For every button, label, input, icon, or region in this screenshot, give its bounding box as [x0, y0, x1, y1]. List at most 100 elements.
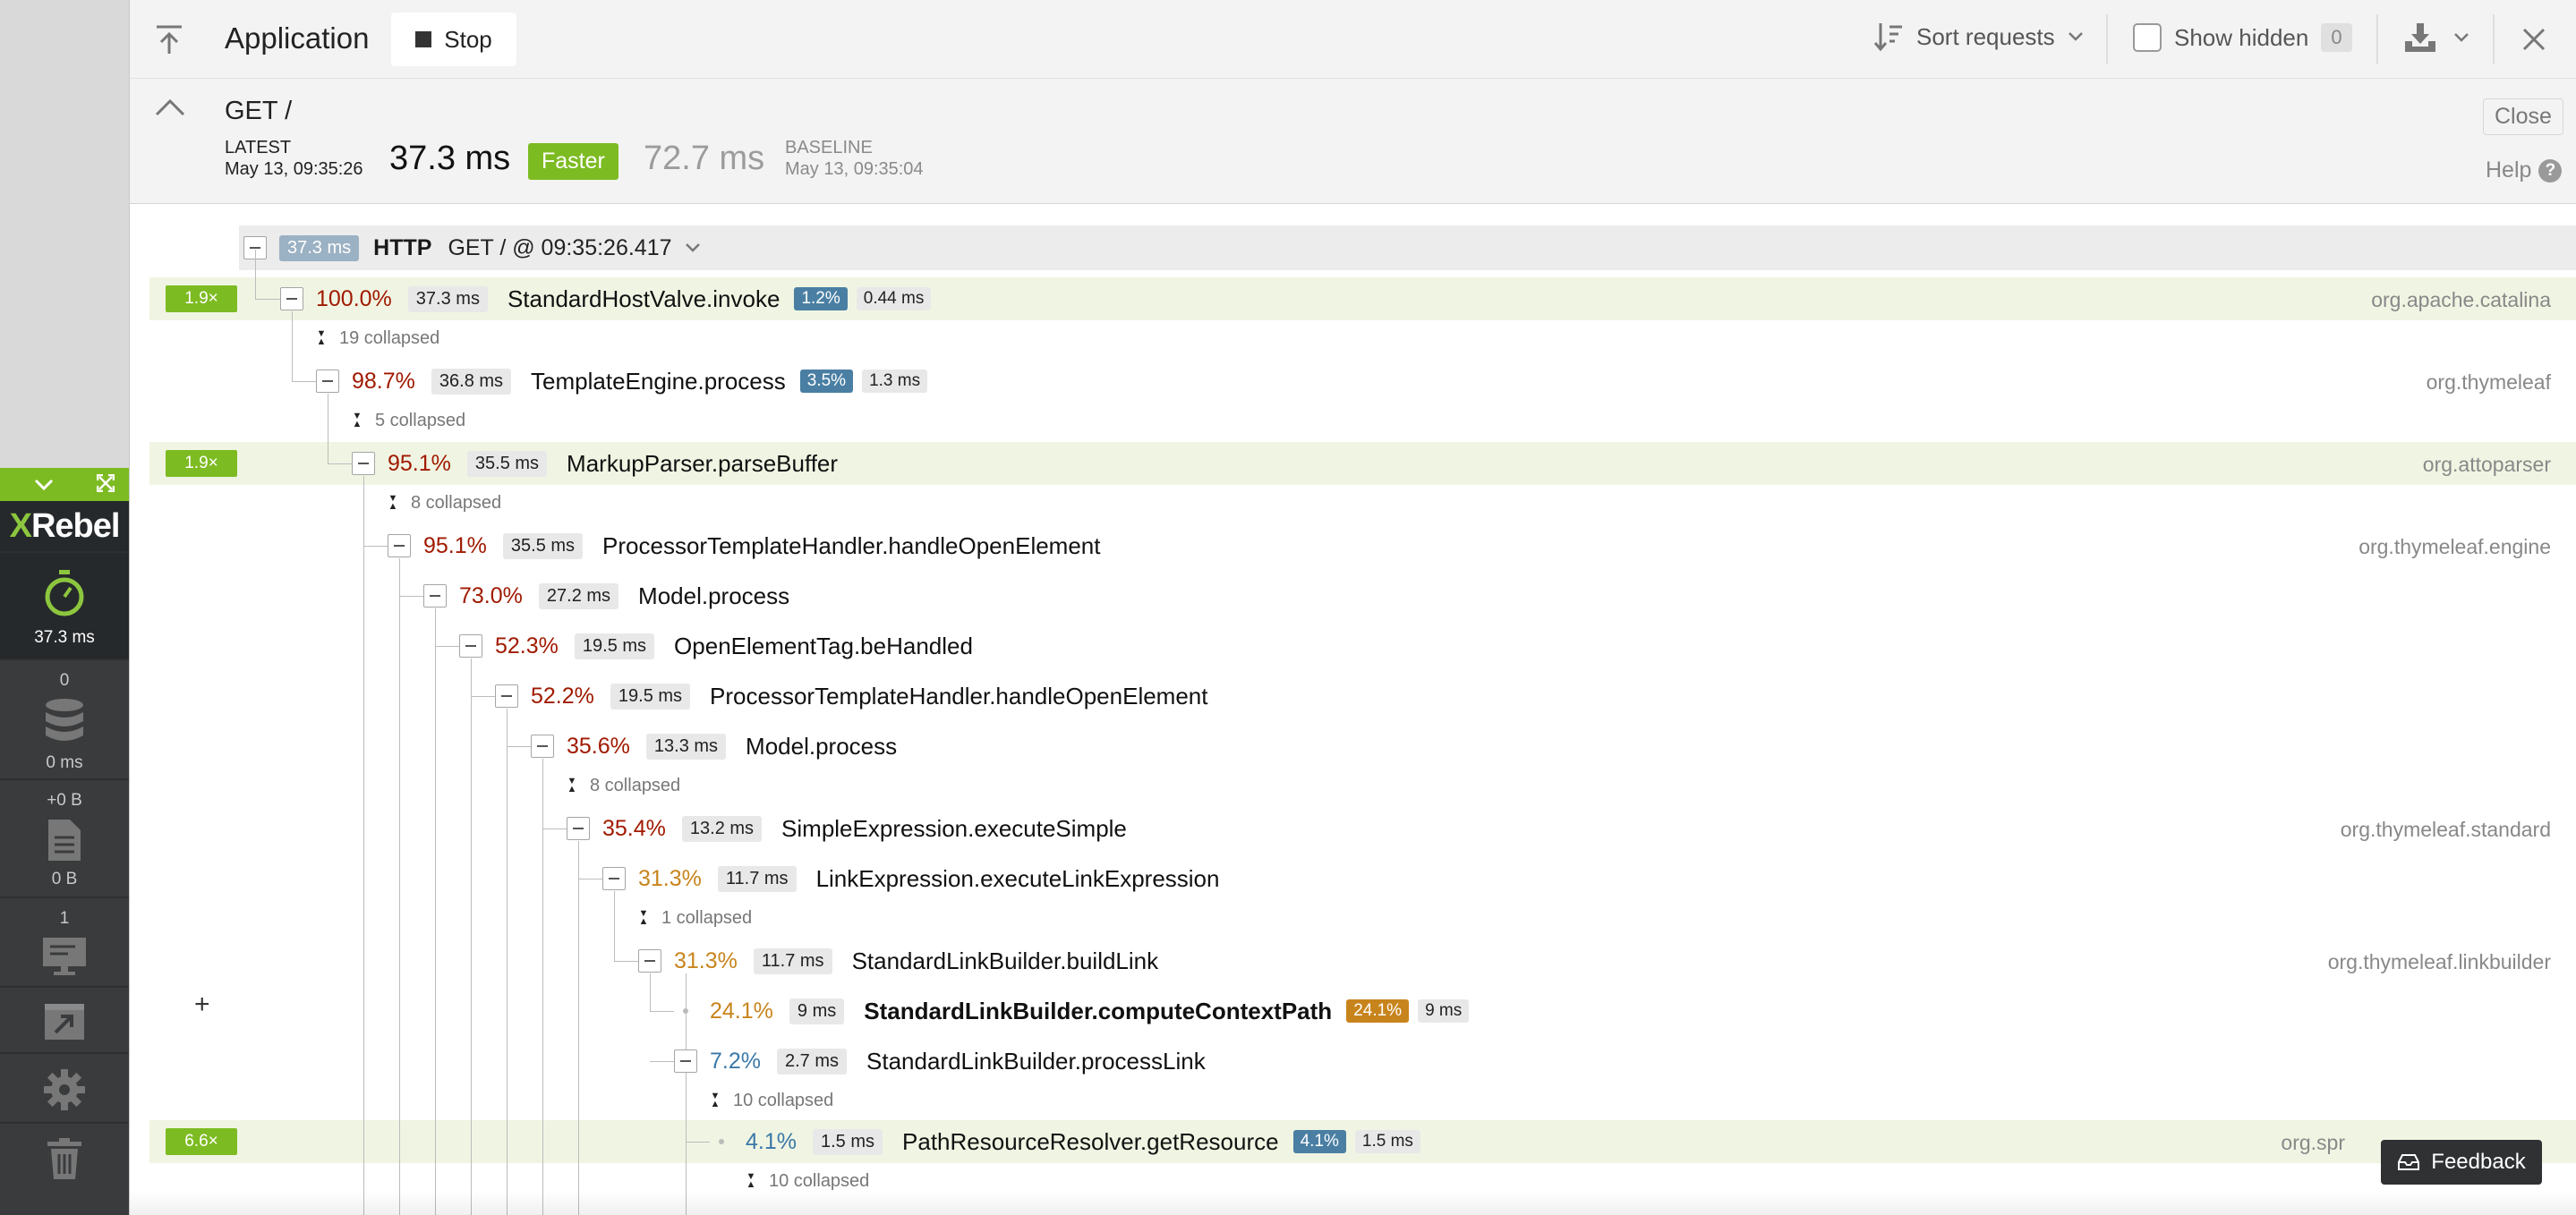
tree-elbow-line	[507, 746, 531, 747]
tree-node[interactable]: 7.2% 2.7 ms StandardLinkBuilder.processL…	[674, 1040, 1206, 1083]
tree-node[interactable]: 52.3% 19.5 ms OpenElementTag.beHandled	[459, 624, 973, 667]
node-percent: 95.1%	[423, 532, 487, 558]
collapsed-frames[interactable]: ▼ ▲ 10 collapsed	[708, 1081, 834, 1120]
xrebel-logo[interactable]: X Rebel	[0, 501, 129, 551]
collapse-toggle[interactable]	[352, 452, 375, 475]
multiplier-badge: 1.9×	[166, 285, 237, 312]
collapse-toggle[interactable]	[638, 949, 661, 973]
tree-elbow-line	[650, 1011, 674, 1012]
help-button[interactable]: Help ?	[2486, 157, 2563, 183]
leaf-dot-icon	[710, 1139, 733, 1144]
baseline-date: May 13, 09:35:04	[785, 159, 924, 179]
close-icon[interactable]	[2521, 27, 2546, 56]
node-method: StandardLinkBuilder.buildLink	[851, 947, 1159, 974]
collapse-toggle[interactable]	[388, 534, 411, 557]
collapse-toggle[interactable]	[567, 817, 590, 840]
expand-arrows-icon: ▼ ▲	[746, 1171, 756, 1190]
stop-button[interactable]: Stop	[391, 13, 516, 66]
show-hidden-toggle[interactable]: Show hidden 0	[2133, 23, 2352, 52]
collapsed-frames[interactable]: ▼ ▲ 8 collapsed	[565, 766, 681, 805]
sidebar-settings[interactable]	[0, 1052, 129, 1122]
gear-icon	[44, 1069, 85, 1110]
download-menu[interactable]	[2403, 21, 2469, 54]
expand-plus-button[interactable]: +	[194, 990, 210, 1020]
sidebar-control-bar	[0, 468, 129, 501]
node-duration: 19.5 ms	[574, 633, 655, 659]
tree-node-leaf[interactable]: 4.1% 1.5 ms PathResourceResolver.getReso…	[710, 1120, 1420, 1163]
sidebar-export[interactable]	[0, 986, 129, 1052]
sidebar-expand-icon[interactable]	[96, 473, 115, 496]
node-percent: 95.1%	[388, 450, 451, 476]
tree-node[interactable]: 31.3% 11.7 ms LinkExpression.executeLink…	[602, 857, 1219, 900]
node-package: org.attoparser	[2422, 453, 2551, 476]
sidebar-collapse-icon[interactable]	[34, 475, 54, 495]
tree-node[interactable]: 98.7% 36.8 ms TemplateEngine.process 3.5…	[316, 360, 928, 403]
chevron-up-icon[interactable]	[155, 98, 185, 121]
node-percent: 7.2%	[710, 1048, 761, 1074]
chevron-down-icon[interactable]	[685, 242, 701, 253]
collapse-toggle[interactable]	[423, 584, 447, 608]
node-duration: 13.2 ms	[681, 815, 763, 842]
collapse-toggle[interactable]	[531, 735, 554, 758]
collapsed-frames[interactable]: ▼ ▲ 5 collapsed	[350, 401, 466, 440]
tree-elbow-line	[255, 299, 280, 300]
tree-node[interactable]: 31.3% 11.7 ms StandardLinkBuilder.buildL…	[638, 939, 1158, 982]
node-percent: 31.3%	[674, 947, 738, 973]
inbox-icon	[2398, 1154, 2420, 1170]
tree-elbow-line	[542, 828, 567, 829]
node-percent: 31.3%	[638, 865, 702, 891]
tree-node[interactable]: 35.6% 13.3 ms Model.process	[531, 725, 897, 768]
tree-node[interactable]: 95.1% 35.5 ms MarkupParser.parseBuffer	[352, 442, 838, 485]
sidebar-timer[interactable]: 37.3 ms	[0, 551, 129, 658]
node-duration: 1.5 ms	[812, 1128, 883, 1155]
sidebar-io[interactable]: +0 B 0 B	[0, 778, 129, 896]
collapsed-frames[interactable]: ▼ ▲ 8 collapsed	[386, 483, 502, 523]
node-percent: 35.4%	[602, 815, 666, 841]
sidebar-sessions[interactable]: 1	[0, 896, 129, 986]
tree-node[interactable]: 100.0% 37.3 ms StandardHostValve.invoke …	[280, 277, 932, 320]
sidebar-clear[interactable]	[0, 1122, 129, 1194]
node-method: Model.process	[638, 582, 790, 609]
collapse-toggle[interactable]	[674, 1049, 697, 1073]
tree-guide-line	[292, 311, 293, 381]
database-icon	[46, 699, 83, 741]
collapse-toggle[interactable]	[280, 287, 303, 310]
expand-arrows-icon: ▼ ▲	[352, 411, 363, 429]
export-icon	[45, 1004, 84, 1040]
node-duration: 35.5 ms	[466, 450, 548, 477]
feedback-button[interactable]: Feedback	[2381, 1140, 2542, 1185]
sort-icon	[1873, 23, 1902, 52]
tree-elbow-line	[363, 546, 388, 547]
upload-top-icon[interactable]	[153, 23, 185, 60]
tree-elbow-line	[292, 381, 316, 382]
node-percent: 35.6%	[567, 733, 630, 759]
node-percent: 98.7%	[352, 368, 415, 394]
tree-node[interactable]: 35.4% 13.2 ms SimpleExpression.executeSi…	[567, 807, 1127, 850]
node-percent: 24.1%	[710, 998, 773, 1024]
sort-requests-button[interactable]: Sort requests	[1873, 21, 2084, 52]
node-duration: 9 ms	[789, 998, 845, 1024]
self-duration-badge: 9 ms	[1418, 999, 1470, 1023]
tree-node-leaf[interactable]: 24.1% 9 ms StandardLinkBuilder.computeCo…	[674, 990, 1470, 1032]
collapse-toggle[interactable]	[459, 634, 482, 658]
io-count: +0 B	[47, 791, 82, 810]
close-button[interactable]: Close	[2483, 98, 2563, 135]
self-duration-badge: 1.3 ms	[862, 370, 928, 393]
tree-node[interactable]: 73.0% 27.2 ms Model.process	[423, 574, 789, 617]
http-node[interactable]: 37.3 ms HTTP GET / @ 09:35:26.417	[243, 226, 701, 269]
tree-node[interactable]: 52.2% 19.5 ms ProcessorTemplateHandler.h…	[495, 675, 1207, 718]
tree-guide-line	[542, 759, 543, 1215]
collapse-toggle[interactable]	[495, 684, 518, 708]
tree-node[interactable]: 95.1% 35.5 ms ProcessorTemplateHandler.h…	[388, 524, 1100, 567]
collapsed-frames[interactable]: ▼ ▲ 1 collapsed	[636, 898, 753, 938]
node-package: org.thymeleaf.linkbuilder	[2327, 950, 2551, 973]
collapse-toggle[interactable]	[602, 867, 626, 890]
checkbox-icon[interactable]	[2133, 23, 2162, 52]
baseline-label: BASELINE	[785, 138, 873, 157]
collapsed-frames[interactable]: ▼ ▲ 19 collapsed	[314, 319, 440, 358]
collapse-toggle[interactable]	[316, 370, 339, 393]
tree-guide-line	[578, 841, 579, 1215]
node-duration: 35.5 ms	[502, 532, 584, 559]
sidebar-database[interactable]: 0 0 ms	[0, 658, 129, 778]
node-method: SimpleExpression.executeSimple	[781, 814, 1127, 842]
